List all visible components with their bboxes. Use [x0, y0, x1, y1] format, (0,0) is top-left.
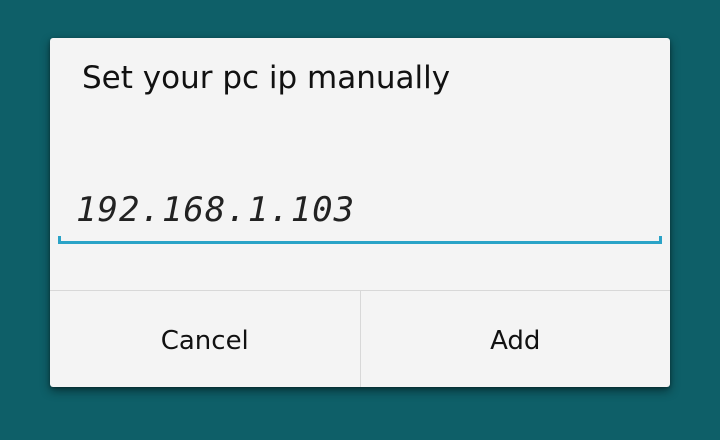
ip-address-value[interactable]: 192.168.1.103 [76, 190, 355, 230]
set-ip-dialog: Set your pc ip manually 192.168.1.103 Ca… [50, 38, 670, 387]
cancel-button[interactable]: Cancel [50, 291, 360, 387]
input-underline [58, 236, 662, 244]
add-button[interactable]: Add [361, 291, 671, 387]
ip-address-input[interactable]: 192.168.1.103 [58, 178, 662, 244]
dialog-title: Set your pc ip manually [82, 60, 451, 96]
dialog-button-bar: Cancel Add [50, 290, 670, 387]
